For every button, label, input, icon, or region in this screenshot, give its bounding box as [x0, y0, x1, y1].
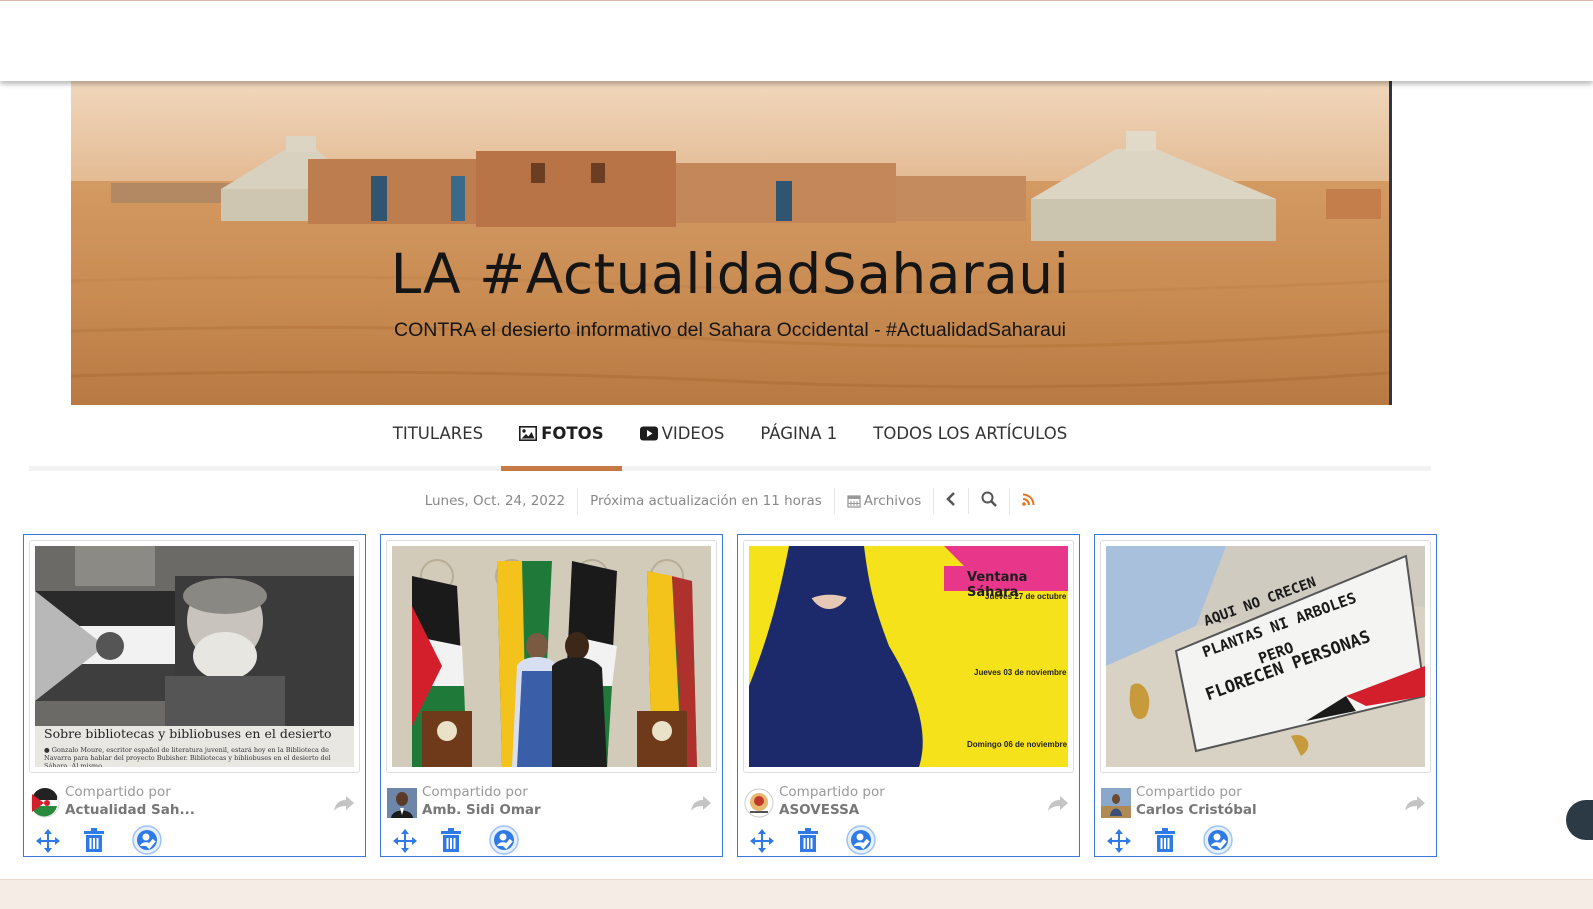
card-actions: [750, 825, 1050, 858]
delete-icon[interactable]: [441, 828, 461, 857]
shared-by-name[interactable]: Carlos Cristóbal: [1136, 802, 1257, 818]
poster-date-3: Domingo 06 de noviembre: [967, 740, 1068, 749]
poster-date-2: Jueves 03 de noviembre: [974, 668, 1067, 677]
shared-by-name[interactable]: Actualidad Sah...: [65, 802, 195, 818]
site-title: LA #ActualidadSaharaui: [390, 242, 1070, 306]
chevron-left-icon: [946, 492, 956, 510]
photo-card[interactable]: AQUI NO CRECEN PLANTAS NI ARBOLES PERO F…: [1094, 534, 1437, 857]
edit-user-icon[interactable]: [132, 825, 162, 860]
photo-wall-sign: AQUI NO CRECEN PLANTAS NI ARBOLES PERO F…: [1106, 546, 1425, 767]
edit-user-icon[interactable]: [846, 825, 876, 860]
nav-item-titulares[interactable]: TITULARES: [375, 405, 501, 466]
rss-icon: [1022, 493, 1035, 510]
nav-item-todos-los-articulos[interactable]: TODOS LOS ARTÍCULOS: [855, 405, 1085, 466]
move-icon[interactable]: [36, 829, 60, 858]
photo-newspaper-clipping: Sobre bibliotecas y bibliobuses en el de…: [35, 546, 354, 767]
avatar: [744, 788, 774, 818]
shared-by-label: Compartido por: [65, 784, 171, 800]
avatar: [1101, 788, 1131, 818]
photo-diplomatic-meeting: [392, 546, 711, 767]
share-forward-icon[interactable]: [690, 795, 712, 816]
move-icon[interactable]: [750, 829, 774, 858]
shared-by: Compartido por Carlos Cristóbal: [1101, 783, 1431, 819]
delete-icon[interactable]: [84, 828, 104, 857]
shared-by: Compartido por Amb. Sidi Omar: [387, 783, 717, 819]
nav-item-videos[interactable]: VIDEOS: [622, 405, 743, 466]
card-actions: [1107, 825, 1407, 858]
share-forward-icon[interactable]: [1047, 795, 1069, 816]
previous-button[interactable]: [934, 488, 970, 514]
share-forward-icon[interactable]: [333, 795, 355, 816]
shared-by-name[interactable]: ASOVESSA: [779, 802, 859, 818]
image-icon: [519, 426, 538, 445]
nav-item-label: TODOS LOS ARTÍCULOS: [873, 424, 1068, 443]
photo-frame[interactable]: Sobre bibliotecas y bibliobuses en el de…: [29, 540, 360, 773]
edit-user-icon[interactable]: [489, 825, 519, 860]
photo-frame[interactable]: AQUI NO CRECEN PLANTAS NI ARBOLES PERO F…: [1100, 540, 1431, 773]
photo-event-poster: Ventana Sáhara Jueves 27 de octubre Juev…: [749, 546, 1068, 767]
move-icon[interactable]: [393, 829, 417, 858]
photo-card[interactable]: Sobre bibliotecas y bibliobuses en el de…: [23, 534, 366, 857]
info-bar: Lunes, Oct. 24, 2022 Próxima actualizaci…: [0, 488, 1460, 514]
card-actions: [393, 825, 693, 858]
next-update: Próxima actualización en 11 horas: [578, 488, 835, 514]
shared-by-label: Compartido por: [422, 784, 528, 800]
photo-card[interactable]: Ventana Sáhara Jueves 27 de octubre Juev…: [737, 534, 1080, 857]
nav-item-label: PÁGINA 1: [760, 424, 838, 443]
nav-item-label: VIDEOS: [661, 424, 725, 443]
photo-frame[interactable]: [386, 540, 717, 773]
main-nav: TITULARES FOTOS VIDEOS PÁGINA 1 TODOS LO…: [29, 405, 1431, 471]
header-banner: LA #ActualidadSaharaui CONTRA el desiert…: [71, 81, 1392, 405]
search-button[interactable]: [969, 488, 1011, 514]
nav-item-pagina-1[interactable]: PÁGINA 1: [742, 405, 855, 466]
move-icon[interactable]: [1107, 829, 1131, 858]
rss-button[interactable]: [1010, 488, 1047, 514]
card-actions: [36, 825, 336, 858]
shared-by: Compartido por Actualidad Sah...: [30, 783, 360, 819]
bottom-bar: [0, 879, 1593, 909]
edit-user-icon[interactable]: [1203, 825, 1233, 860]
photo-card[interactable]: Compartido por Amb. Sidi Omar: [380, 534, 723, 857]
shared-by-name[interactable]: Amb. Sidi Omar: [422, 802, 541, 818]
nav-item-fotos[interactable]: FOTOS: [501, 405, 623, 471]
delete-icon[interactable]: [1155, 828, 1175, 857]
avatar: [387, 788, 417, 818]
shared-by-label: Compartido por: [1136, 784, 1242, 800]
top-bar: [0, 0, 1593, 81]
archives-link[interactable]: Archivos: [835, 488, 935, 514]
delete-icon[interactable]: [798, 828, 818, 857]
shared-by-label: Compartido por: [779, 784, 885, 800]
shared-by: Compartido por ASOVESSA: [744, 783, 1074, 819]
image-body-text: ● Gonzalo Moure, escritor español de lit…: [44, 746, 331, 767]
chat-widget-button[interactable]: [1566, 800, 1593, 840]
image-caption: Sobre bibliotecas y bibliobuses en el de…: [44, 726, 332, 741]
current-date: Lunes, Oct. 24, 2022: [413, 488, 579, 514]
nav-item-label: FOTOS: [541, 424, 604, 443]
share-forward-icon[interactable]: [1404, 795, 1426, 816]
photo-frame[interactable]: Ventana Sáhara Jueves 27 de octubre Juev…: [743, 540, 1074, 773]
site-subtitle: CONTRA el desierto informativo del Sahar…: [393, 319, 1066, 341]
search-icon: [981, 491, 998, 511]
avatar: [30, 788, 60, 818]
archives-label: Archivos: [863, 493, 922, 509]
nav-item-label: TITULARES: [392, 424, 484, 443]
youtube-play-icon: [639, 426, 658, 445]
calendar-icon: [847, 494, 861, 508]
poster-date-1: Jueves 27 de octubre: [985, 592, 1067, 601]
